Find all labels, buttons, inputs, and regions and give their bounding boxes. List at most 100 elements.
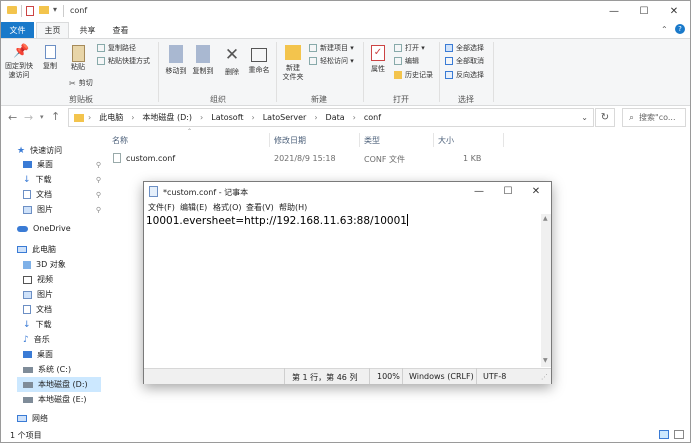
tab-home[interactable]: 主页 <box>36 22 69 38</box>
pin-icon: ⚲ <box>95 205 101 214</box>
refresh-button[interactable]: ↻ <box>595 108 615 127</box>
copy-to-button[interactable]: 复制到 <box>190 45 216 76</box>
table-row[interactable]: custom.conf 2021/8/9 15:18 CONF 文件 1 KB <box>107 151 507 166</box>
sidebar-item-pc-desktop[interactable]: 桌面 <box>23 347 53 362</box>
column-header-date[interactable]: 修改日期 <box>274 135 306 146</box>
sidebar-item-pictures[interactable]: 图片 ⚲ <box>23 202 101 217</box>
open-button[interactable]: 打开 ▾ <box>394 43 425 53</box>
history-button[interactable]: 历史记录 <box>394 70 433 80</box>
ribbon: 📌 固定到快 速访问 复制 粘贴 复制路径 粘贴快捷方式 ✂ 剪切 剪贴板 移动… <box>1 38 690 106</box>
new-folder-button[interactable]: 新建 文件夹 <box>279 45 307 82</box>
column-divider[interactable] <box>503 133 504 147</box>
delete-button[interactable]: ✕ 删除 <box>221 45 243 77</box>
menu-view[interactable]: 查看(V) <box>246 202 274 213</box>
back-arrow-icon[interactable]: ← <box>8 111 17 124</box>
copy-path-button[interactable]: 复制路径 <box>97 43 136 53</box>
notepad-text-area[interactable] <box>144 214 541 367</box>
column-divider[interactable] <box>359 133 360 147</box>
properties-quick-icon[interactable] <box>26 6 34 16</box>
menu-help[interactable]: 帮助(H) <box>279 202 307 213</box>
resize-grip-icon[interactable]: ⋰ <box>541 373 548 381</box>
sidebar-item-pc-pictures[interactable]: 图片 <box>23 287 53 302</box>
copy-label: 复制 <box>43 62 57 70</box>
paste-shortcut-button[interactable]: 粘贴快捷方式 <box>97 56 150 66</box>
sidebar-onedrive[interactable]: OneDrive <box>17 221 71 236</box>
select-none-button[interactable]: 全部取消 <box>445 56 484 66</box>
customize-qat-icon[interactable]: ▾ <box>53 5 57 14</box>
new-item-label: 新建项目 ▾ <box>320 44 354 52</box>
recent-locations-icon[interactable]: ▾ <box>40 113 44 121</box>
paste-button[interactable]: 粘贴 <box>65 45 91 72</box>
column-header-type[interactable]: 类型 <box>364 135 380 146</box>
rename-label: 重命名 <box>248 66 270 74</box>
forward-arrow-icon[interactable]: → <box>24 111 33 124</box>
sidebar-item-3d-objects[interactable]: 3D 对象 <box>23 257 66 272</box>
scroll-down-icon[interactable]: ▼ <box>543 357 548 364</box>
sidebar-item-pc-documents[interactable]: 文档 <box>23 302 52 317</box>
menu-edit[interactable]: 编辑(E) <box>180 202 207 213</box>
up-arrow-icon[interactable]: ↑ <box>51 110 60 123</box>
invert-selection-button[interactable]: 反向选择 <box>445 70 484 80</box>
ribbon-collapse-icon[interactable]: ⌃ <box>661 25 668 34</box>
select-all-button[interactable]: 全部选择 <box>445 43 484 53</box>
help-icon[interactable]: ? <box>675 24 685 34</box>
sidebar-quick-access[interactable]: ★ 快速访问 <box>17 143 62 158</box>
maximize-button[interactable]: ☐ <box>629 1 659 22</box>
sidebar-item-drive-e[interactable]: 本地磁盘 (E:) <box>23 392 87 407</box>
new-folder-quick-icon[interactable] <box>39 6 49 14</box>
sidebar-quick-access-label: 快速访问 <box>30 146 63 155</box>
rename-button[interactable]: 重命名 <box>246 45 272 75</box>
breadcrumb-this-pc[interactable]: 此电脑 <box>99 112 123 123</box>
maximize-icon: ☐ <box>639 6 649 17</box>
breadcrumb-latosoft[interactable]: Latosoft <box>211 113 243 122</box>
sidebar-item-videos[interactable]: 视频 <box>23 272 53 287</box>
sidebar-item-drive-c[interactable]: 系统 (C:) <box>23 362 71 377</box>
column-divider[interactable] <box>433 133 434 147</box>
breadcrumb-chevron-icon: › <box>200 113 204 122</box>
sidebar-item-downloads[interactable]: ↓ 下载 ⚲ <box>23 172 101 187</box>
large-icons-view-icon[interactable] <box>674 430 684 439</box>
easy-access-label: 轻松访问 ▾ <box>320 57 354 65</box>
search-box[interactable]: ⌕ 搜索"co... <box>622 108 686 127</box>
edit-label: 编辑 <box>405 57 419 65</box>
address-dropdown-icon[interactable]: ⌄ <box>581 113 588 122</box>
minimize-button[interactable]: — <box>599 1 629 22</box>
sidebar-item-music[interactable]: ♪ 音乐 <box>23 332 50 347</box>
cut-button[interactable]: ✂ 剪切 <box>69 78 93 88</box>
tab-share[interactable]: 共享 <box>71 22 104 38</box>
menu-file[interactable]: 文件(F) <box>148 202 175 213</box>
notepad-close-button[interactable]: ✕ <box>521 182 551 200</box>
sidebar-network[interactable]: 网络 <box>17 411 48 426</box>
tab-view[interactable]: 查看 <box>104 22 137 38</box>
pin-quick-access-button[interactable]: 📌 固定到快 速访问 <box>4 45 34 80</box>
sidebar-item-documents[interactable]: 文档 ⚲ <box>23 187 101 202</box>
column-header-size[interactable]: 大小 <box>438 135 454 146</box>
breadcrumb-conf[interactable]: conf <box>364 113 381 122</box>
address-bar[interactable]: › 此电脑 › 本地磁盘 (D:) › Latosoft › LatoServe… <box>68 108 594 127</box>
move-to-button[interactable]: 移动到 <box>163 45 189 76</box>
notepad-maximize-button[interactable]: ☐ <box>493 182 523 200</box>
menu-format[interactable]: 格式(O) <box>213 202 242 213</box>
edit-button[interactable]: 编辑 <box>394 56 419 66</box>
notepad-minimize-button[interactable]: — <box>464 182 494 200</box>
breadcrumb-latoserver[interactable]: LatoServer <box>263 113 307 122</box>
properties-button[interactable]: ✓ 属性 <box>367 45 389 74</box>
breadcrumb-drive-d[interactable]: 本地磁盘 (D:) <box>142 112 192 123</box>
easy-access-button[interactable]: 轻松访问 ▾ <box>309 56 354 66</box>
notepad-content[interactable]: 10001.eversheet=http://192.168.11.63:88/… <box>146 214 408 227</box>
folder-icon <box>74 113 84 122</box>
details-view-icon[interactable] <box>659 430 669 439</box>
breadcrumb-data[interactable]: Data <box>326 113 345 122</box>
new-item-button[interactable]: 新建项目 ▾ <box>309 43 354 53</box>
copy-button[interactable]: 复制 <box>39 45 61 71</box>
sidebar-item-pc-downloads[interactable]: ↓ 下载 <box>23 317 52 332</box>
scroll-up-icon[interactable]: ▲ <box>543 215 548 222</box>
sidebar-item-drive-d[interactable]: 本地磁盘 (D:) <box>17 377 101 392</box>
column-header-name[interactable]: 名称 <box>112 135 128 146</box>
sidebar-this-pc[interactable]: 此电脑 <box>17 242 56 257</box>
sidebar-item-desktop[interactable]: 桌面 ⚲ <box>23 157 101 172</box>
column-divider[interactable] <box>269 133 270 147</box>
tab-file[interactable]: 文件 <box>1 22 34 38</box>
vertical-scrollbar[interactable]: ▲ ▼ <box>541 214 551 367</box>
close-button[interactable]: ✕ <box>659 1 689 22</box>
